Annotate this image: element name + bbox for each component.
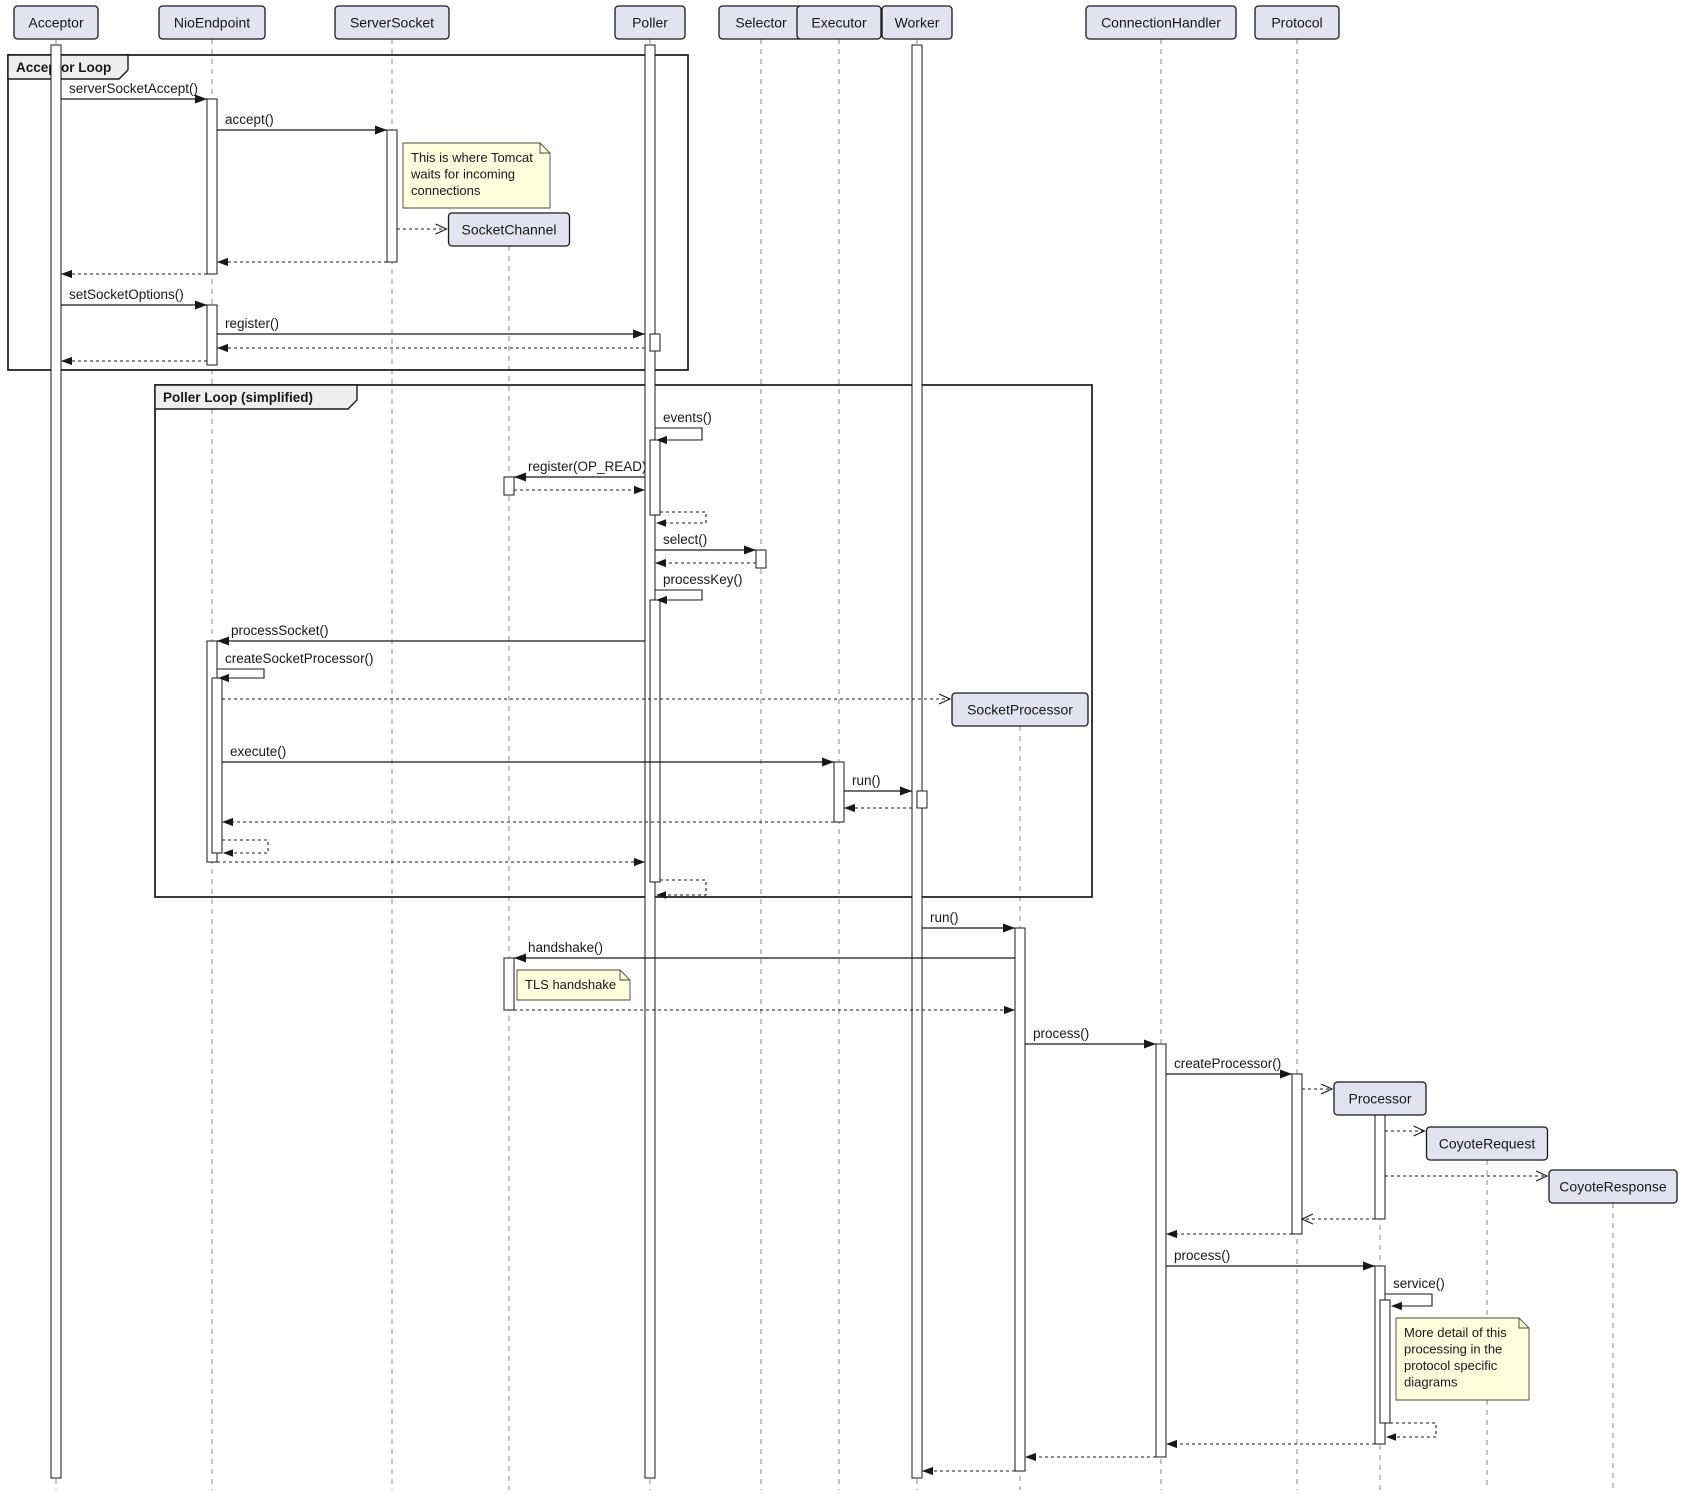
sequence-diagram-canvas: Acceptor Loop Poller Loop (simplified) ser…	[0, 0, 1682, 1495]
message-label-processkey: processKey()	[663, 572, 743, 587]
arrowhead-service	[1391, 1302, 1402, 1310]
activation-socketchannel	[504, 958, 514, 1010]
arrowhead-return	[217, 344, 228, 352]
arrowhead-accept	[375, 125, 387, 134]
arrowhead-return	[634, 858, 645, 866]
activation-nioendpoint	[207, 99, 217, 274]
activation-connectionhandler	[1156, 1044, 1166, 1457]
participant-label-coyoterequest: CoyoteRequest	[1439, 1136, 1536, 1152]
participant-label-connectionhandler: ConnectionHandler	[1101, 15, 1221, 31]
message-label-process: process()	[1174, 1248, 1230, 1263]
activation-socketchannel	[504, 477, 514, 495]
activation-processor	[1375, 1114, 1385, 1219]
note-tomcat-waits-text: waits for incoming	[410, 167, 515, 182]
frame-acceptor-loop	[8, 55, 688, 370]
arrowhead-return	[1386, 1433, 1396, 1441]
activation-nioendpoint	[207, 305, 217, 365]
note-tomcat-waits-text: connections	[411, 183, 481, 198]
arrowhead-return	[922, 1467, 933, 1475]
note-more-detail-text: diagrams	[1404, 1375, 1458, 1390]
participant-label-worker: Worker	[895, 15, 940, 31]
message-label-createsocketprocessor: createSocketProcessor()	[225, 651, 374, 666]
arrowhead-select	[744, 545, 756, 554]
activation-nioendpoint	[212, 678, 222, 853]
arrowhead-setsocketoptions	[195, 300, 207, 309]
message-label-processsocket: processSocket()	[231, 623, 329, 638]
arrowhead-return	[217, 258, 228, 266]
participant-label-socketprocessor: SocketProcessor	[967, 702, 1073, 718]
participant-label-coyoteresponse: CoyoteResponse	[1559, 1179, 1667, 1195]
arrowhead-return	[222, 818, 233, 826]
activation-poller	[650, 440, 660, 515]
message-line-service	[1385, 1294, 1432, 1306]
message-label-createprocessor: createProcessor()	[1174, 1056, 1281, 1071]
arrowhead-handshake	[514, 953, 526, 962]
message-label-events: events()	[663, 410, 712, 425]
arrowhead-return	[61, 357, 72, 365]
message-label-register: register()	[225, 316, 279, 331]
participant-label-selector: Selector	[735, 15, 787, 31]
activation-acceptor	[51, 45, 61, 1478]
arrowhead-return	[1025, 1453, 1036, 1461]
activation-socketprocessor	[1015, 928, 1025, 1471]
arrowhead-execute	[822, 757, 834, 766]
arrowhead-return	[1166, 1230, 1177, 1238]
participant-label-nioendpoint: NioEndpoint	[174, 15, 250, 31]
message-label-execute: execute()	[230, 744, 286, 759]
arrowhead-return	[844, 804, 855, 812]
arrowhead-createprocessor	[1280, 1069, 1292, 1078]
arrowhead-return	[634, 486, 645, 494]
arrowhead-run	[1003, 923, 1015, 932]
participant-label-poller: Poller	[632, 15, 668, 31]
arrowhead-register-op-read	[514, 472, 526, 481]
frame-label-poller-loop-simplified: Poller Loop (simplified)	[163, 390, 313, 405]
message-label-select: select()	[663, 532, 707, 547]
message-label-service: service()	[1393, 1276, 1445, 1291]
arrowhead-process	[1363, 1261, 1375, 1270]
arrowhead-return	[61, 270, 72, 278]
activation-selector	[756, 550, 766, 568]
arrowhead-return	[1004, 1006, 1015, 1014]
participant-label-acceptor: Acceptor	[28, 15, 84, 31]
arrowhead-return	[1166, 1440, 1177, 1448]
sequence-diagram: Acceptor Loop Poller Loop (simplified) ser…	[0, 0, 1682, 1495]
participant-label-serversocket: ServerSocket	[350, 15, 434, 31]
activation-worker	[912, 45, 922, 1478]
arrowhead-process	[1144, 1039, 1156, 1048]
activation-worker	[917, 791, 927, 808]
note-tls-handshake-text: TLS handshake	[525, 977, 616, 992]
message-label-process: process()	[1033, 1026, 1089, 1041]
arrowhead-register	[633, 329, 645, 338]
message-label-run: run()	[930, 910, 959, 925]
message-label-accept: accept()	[225, 112, 274, 127]
message-label-run: run()	[852, 773, 881, 788]
message-label-register-op-read: register(OP_READ)	[528, 459, 647, 474]
participant-label-socketchannel: SocketChannel	[462, 222, 557, 238]
note-more-detail-text: processing in the	[1404, 1342, 1502, 1357]
activation-serversocket	[387, 130, 397, 262]
arrowhead-processsocket	[217, 636, 229, 645]
activation-poller	[650, 600, 660, 882]
message-label-serversocketaccept: serverSocketAccept()	[69, 81, 198, 96]
message-label-setsocketoptions: setSocketOptions()	[69, 287, 184, 302]
note-more-detail-text: More detail of this	[1404, 1325, 1507, 1340]
arrowhead-return	[655, 559, 666, 567]
participant-label-processor: Processor	[1348, 1091, 1411, 1107]
message-label-handshake: handshake()	[528, 940, 603, 955]
arrowhead-return	[656, 519, 666, 527]
note-tomcat-waits-text: This is where Tomcat	[411, 150, 533, 165]
note-more-detail-text: protocol specific	[1404, 1358, 1498, 1373]
participant-label-protocol: Protocol	[1271, 15, 1322, 31]
participant-label-executor: Executor	[811, 15, 867, 31]
activation-processor	[1380, 1300, 1390, 1423]
activation-poller	[650, 334, 660, 351]
arrowhead-run	[900, 786, 912, 795]
activation-executor	[834, 762, 844, 822]
arrowhead-return	[223, 849, 233, 857]
frame-label-acceptor-loop: Acceptor Loop	[16, 60, 111, 75]
activation-protocol	[1292, 1074, 1302, 1234]
